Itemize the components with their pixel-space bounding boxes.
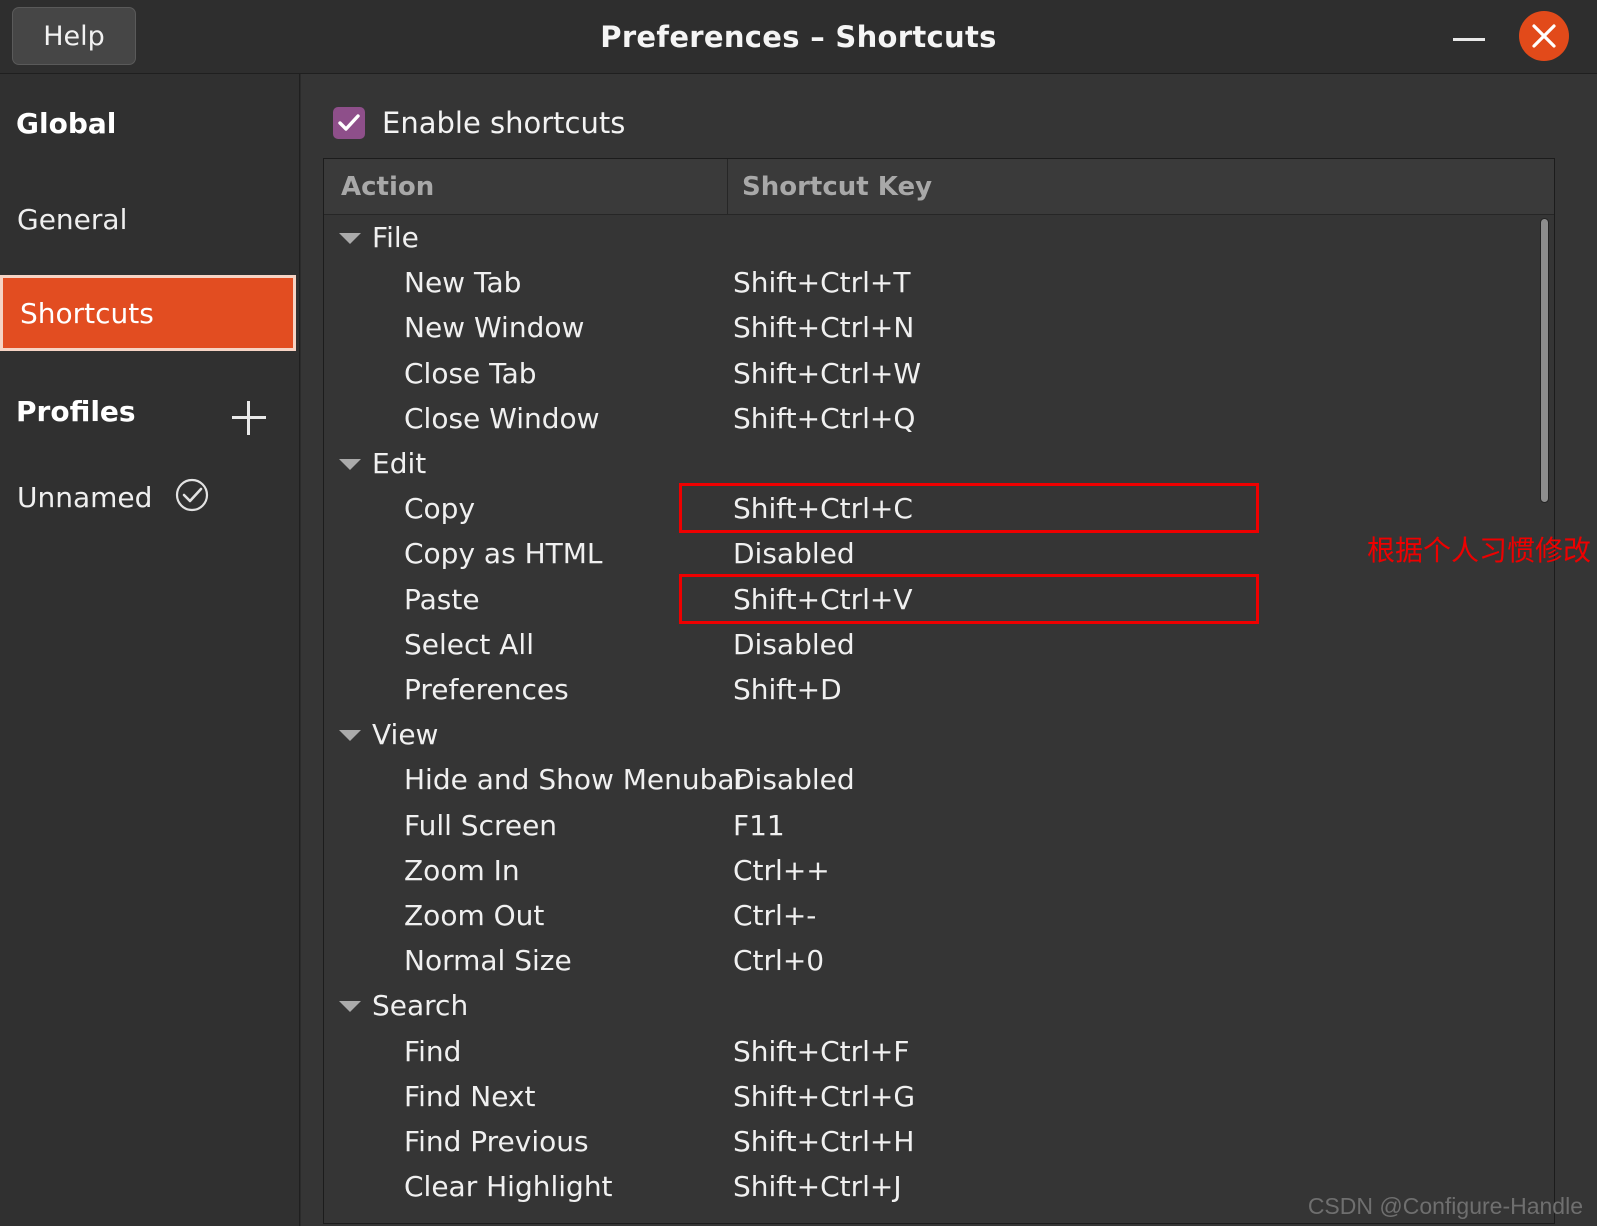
help-button[interactable]: Help <box>12 7 136 65</box>
cell-action: Zoom In <box>404 853 520 887</box>
chevron-down-icon[interactable] <box>339 233 361 244</box>
column-header-action[interactable]: Action <box>341 159 434 214</box>
table-row[interactable]: Copy Shift+Ctrl+C <box>324 486 1554 531</box>
column-header-shortcut-key[interactable]: Shortcut Key <box>742 159 932 214</box>
profile-name-label: Unnamed <box>17 480 153 514</box>
cell-action: Clear Highlight <box>404 1170 613 1204</box>
group-label: File <box>372 221 419 254</box>
table-row[interactable]: Close Tab Shift+Ctrl+W <box>324 351 1554 396</box>
cell-action: New Window <box>404 311 585 345</box>
sidebar-item-unnamed-profile[interactable]: Unnamed <box>17 477 210 517</box>
table-row[interactable]: Find Previous Shift+Ctrl+H <box>324 1119 1554 1164</box>
cell-shortcut-key[interactable]: Shift+Ctrl+Q <box>733 402 915 435</box>
table-row[interactable]: Normal Size Ctrl+0 <box>324 938 1554 983</box>
cell-action: Preferences <box>404 673 569 706</box>
cell-shortcut-key[interactable]: Shift+Ctrl+G <box>733 1080 915 1113</box>
cell-shortcut-key[interactable]: Disabled <box>733 763 855 796</box>
window-title: Preferences – Shortcuts <box>600 20 997 54</box>
table-row[interactable]: Preferences Shift+D <box>324 667 1554 712</box>
group-label: Edit <box>372 447 427 480</box>
table-group-search[interactable]: Search <box>324 983 1554 1028</box>
table-body: File New Tab Shift+Ctrl+T New Window Shift+C… <box>324 215 1554 1223</box>
cell-shortcut-key[interactable]: Shift+Ctrl+H <box>733 1125 914 1158</box>
cell-shortcut-key[interactable]: Shift+Ctrl+T <box>733 266 911 299</box>
cell-action: Close Window <box>404 401 600 435</box>
cell-action: Paste <box>404 582 480 616</box>
cell-action: Find <box>404 1034 462 1068</box>
add-profile-icon[interactable] <box>232 401 266 435</box>
check-circle-icon <box>174 477 210 517</box>
cell-action: Copy <box>404 492 476 526</box>
table-row[interactable]: Find Next Shift+Ctrl+G <box>324 1074 1554 1119</box>
cell-shortcut-key[interactable]: Ctrl++ <box>733 854 830 887</box>
column-divider <box>727 159 728 214</box>
cell-action: Select All <box>404 627 534 661</box>
sidebar-section-profiles: Profiles <box>16 395 136 428</box>
table-row[interactable]: Zoom In Ctrl++ <box>324 848 1554 893</box>
sidebar-section-global: Global <box>16 107 117 140</box>
group-label: View <box>372 718 439 752</box>
cell-shortcut-key[interactable]: Ctrl+- <box>733 899 816 932</box>
table-row[interactable]: Select All Disabled <box>324 622 1554 667</box>
table-group-view[interactable]: View <box>324 712 1554 757</box>
table-group-edit[interactable]: Edit <box>324 441 1554 486</box>
table-row[interactable]: Close Window Shift+Ctrl+Q <box>324 396 1554 441</box>
cell-shortcut-key[interactable]: Ctrl+0 <box>733 944 824 977</box>
minimize-button[interactable] <box>1449 22 1489 52</box>
shortcuts-table: Action Shortcut Key File New Tab Shift+Ctr… <box>323 158 1555 1224</box>
preferences-window: Help Preferences – Shortcuts Global Gene… <box>0 0 1597 1226</box>
cell-shortcut-key[interactable]: Shift+Ctrl+F <box>733 1035 910 1068</box>
table-row[interactable]: Full Screen F11 <box>324 803 1554 848</box>
table-row[interactable]: New Window Shift+Ctrl+N <box>324 305 1554 350</box>
cell-action: New Tab <box>404 266 522 300</box>
cell-action: Find Previous <box>404 1125 589 1158</box>
cell-shortcut-key[interactable]: Shift+Ctrl+W <box>733 357 921 390</box>
cell-shortcut-key[interactable]: Shift+Ctrl+N <box>733 311 914 344</box>
table-row[interactable]: Hide and Show Menubar Disabled <box>324 757 1554 802</box>
cell-action: Normal Size <box>404 944 572 978</box>
cell-action: Copy as HTML <box>404 537 603 571</box>
checkmark-icon <box>338 114 360 131</box>
cell-shortcut-key[interactable]: Shift+Ctrl+V <box>733 583 913 616</box>
sidebar: Global General Shortcuts Profiles Unname… <box>0 74 300 1226</box>
close-button[interactable] <box>1519 11 1569 61</box>
chevron-down-icon[interactable] <box>339 1001 361 1013</box>
cell-shortcut-key[interactable]: Disabled <box>733 537 855 570</box>
cell-shortcut-key[interactable]: Shift+Ctrl+C <box>733 492 913 525</box>
cell-action: Zoom Out <box>404 899 545 932</box>
group-label: Search <box>372 989 469 1023</box>
cell-shortcut-key[interactable]: Shift+D <box>733 673 842 706</box>
enable-shortcuts-label: Enable shortcuts <box>382 106 626 140</box>
cell-shortcut-key[interactable]: F11 <box>733 809 785 842</box>
cell-shortcut-key[interactable]: Shift+Ctrl+J <box>733 1170 902 1203</box>
table-scrollbar[interactable] <box>1536 216 1552 1221</box>
enable-shortcuts-checkbox[interactable] <box>333 107 365 139</box>
table-row[interactable]: New Tab Shift+Ctrl+T <box>324 260 1554 305</box>
enable-shortcuts-checkbox-row[interactable]: Enable shortcuts <box>333 106 625 140</box>
table-row[interactable]: Zoom Out Ctrl+- <box>324 893 1554 938</box>
chevron-down-icon[interactable] <box>339 730 361 742</box>
sidebar-item-shortcuts[interactable]: Shortcuts <box>0 275 296 351</box>
table-row[interactable]: Copy as HTML Disabled <box>324 531 1554 576</box>
chevron-down-icon[interactable] <box>339 459 361 470</box>
table-row[interactable]: Clear Highlight Shift+Ctrl+J <box>324 1164 1554 1209</box>
sidebar-item-general[interactable]: General <box>0 181 296 257</box>
cell-action: Close Tab <box>404 356 537 390</box>
cell-action: Find Next <box>404 1079 536 1113</box>
close-icon <box>1532 24 1556 48</box>
table-row[interactable]: Paste Shift+Ctrl+V <box>324 577 1554 622</box>
title-bar: Help Preferences – Shortcuts <box>0 0 1597 74</box>
table-row[interactable]: Find Shift+Ctrl+F <box>324 1029 1554 1074</box>
scrollbar-thumb[interactable] <box>1540 218 1549 503</box>
cell-action: Hide and Show Menubar <box>404 763 747 797</box>
cell-action: Full Screen <box>404 808 558 842</box>
table-header: Action Shortcut Key <box>324 159 1554 215</box>
table-group-file[interactable]: File <box>324 215 1554 260</box>
cell-shortcut-key[interactable]: Disabled <box>733 628 855 661</box>
content-pane: Enable shortcuts Action Shortcut Key Fil… <box>301 74 1597 1226</box>
